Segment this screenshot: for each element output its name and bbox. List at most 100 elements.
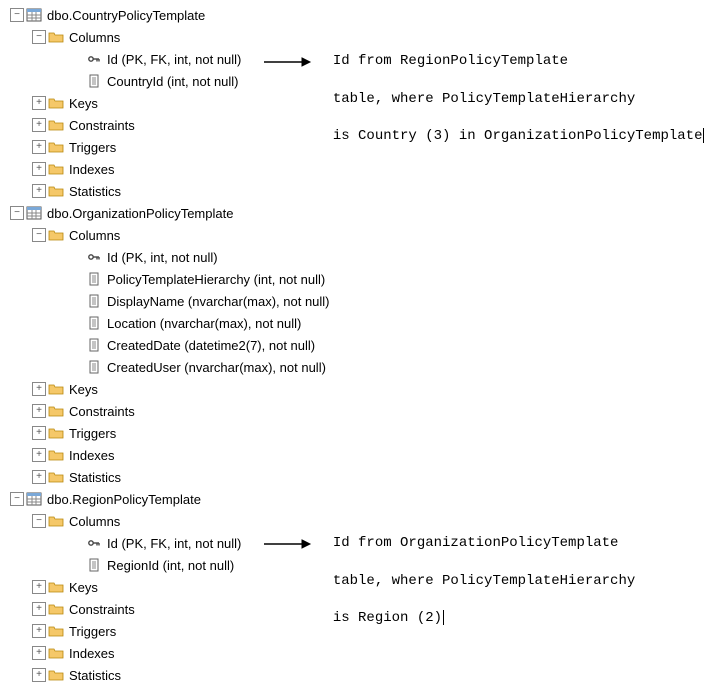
expander-folder-dbo-organizationpolicytemplate-columns[interactable]: −	[32, 228, 46, 242]
expander-blank	[70, 294, 84, 308]
column-icon	[86, 271, 102, 287]
column-dbo-organizationpolicytemplate-displayname--nvarchar-max---not-null-[interactable]: DisplayName (nvarchar(max), not null)	[4, 290, 722, 312]
folder-dbo-organizationpolicytemplate-keys[interactable]: + Keys	[4, 378, 722, 400]
expander-table-dbo-countrypolicytemplate[interactable]: −	[10, 8, 24, 22]
folder-icon	[48, 425, 64, 441]
label-folder-dbo-organizationpolicytemplate-statistics: Statistics	[68, 470, 121, 485]
label-column-dbo-organizationpolicytemplate-createduser--nvarchar-max---not-null-: CreatedUser (nvarchar(max), not null)	[106, 360, 326, 375]
expander-blank	[70, 52, 84, 66]
expander-blank	[70, 360, 84, 374]
folder-dbo-regionpolicytemplate-statistics[interactable]: + Statistics	[4, 664, 722, 686]
expander-table-dbo-organizationpolicytemplate[interactable]: −	[10, 206, 24, 220]
column-icon	[86, 337, 102, 353]
folder-icon	[48, 117, 64, 133]
expander-blank	[70, 250, 84, 264]
label-folder-dbo-countrypolicytemplate-triggers: Triggers	[68, 140, 116, 155]
label-folder-dbo-regionpolicytemplate-statistics: Statistics	[68, 668, 121, 683]
folder-icon	[48, 513, 64, 529]
folder-icon	[48, 601, 64, 617]
expander-folder-dbo-countrypolicytemplate-columns[interactable]: −	[32, 30, 46, 44]
label-folder-dbo-countrypolicytemplate-columns: Columns	[68, 30, 120, 45]
label-folder-dbo-countrypolicytemplate-statistics: Statistics	[68, 184, 121, 199]
folder-dbo-countrypolicytemplate-indexes[interactable]: + Indexes	[4, 158, 722, 180]
table-dbo-organizationpolicytemplate[interactable]: − dbo.OrganizationPolicyTemplate	[4, 202, 722, 224]
table-dbo-countrypolicytemplate[interactable]: −dbo.CountryPolicyTemplate	[4, 4, 722, 26]
label-folder-dbo-organizationpolicytemplate-keys: Keys	[68, 382, 98, 397]
expander-folder-dbo-regionpolicytemplate-keys[interactable]: +	[32, 580, 46, 594]
column-icon	[86, 293, 102, 309]
expander-table-dbo-regionpolicytemplate[interactable]: −	[10, 492, 24, 506]
folder-dbo-organizationpolicytemplate-statistics[interactable]: + Statistics	[4, 466, 722, 488]
label-column-dbo-organizationpolicytemplate-location--nvarchar-max---not-null-: Location (nvarchar(max), not null)	[106, 316, 301, 331]
label-column-dbo-regionpolicytemplate-id--pk--fk--int--not-null-: Id (PK, FK, int, not null)	[106, 536, 241, 551]
expander-folder-dbo-organizationpolicytemplate-triggers[interactable]: +	[32, 426, 46, 440]
expander-folder-dbo-organizationpolicytemplate-keys[interactable]: +	[32, 382, 46, 396]
label-folder-dbo-countrypolicytemplate-constraints: Constraints	[68, 118, 135, 133]
label-folder-dbo-regionpolicytemplate-triggers: Triggers	[68, 624, 116, 639]
folder-icon	[48, 469, 64, 485]
expander-folder-dbo-regionpolicytemplate-statistics[interactable]: +	[32, 668, 46, 682]
folder-icon	[48, 95, 64, 111]
label-table-dbo-organizationpolicytemplate: dbo.OrganizationPolicyTemplate	[46, 206, 233, 221]
expander-folder-dbo-regionpolicytemplate-indexes[interactable]: +	[32, 646, 46, 660]
expander-blank	[70, 338, 84, 352]
folder-icon	[48, 645, 64, 661]
folder-icon	[48, 161, 64, 177]
folder-icon	[48, 623, 64, 639]
folder-icon	[48, 29, 64, 45]
label-column-dbo-organizationpolicytemplate-createddate--datetime2-7---not-null-: CreatedDate (datetime2(7), not null)	[106, 338, 315, 353]
label-column-dbo-organizationpolicytemplate-id--pk--int--not-null-: Id (PK, int, not null)	[106, 250, 218, 265]
folder-icon	[48, 381, 64, 397]
label-folder-dbo-countrypolicytemplate-keys: Keys	[68, 96, 98, 111]
folder-icon	[48, 667, 64, 683]
expander-blank	[70, 74, 84, 88]
folder-dbo-countrypolicytemplate-statistics[interactable]: + Statistics	[4, 180, 722, 202]
column-dbo-organizationpolicytemplate-createddate--datetime2-7---not-null-[interactable]: CreatedDate (datetime2(7), not null)	[4, 334, 722, 356]
column-dbo-organizationpolicytemplate-location--nvarchar-max---not-null-[interactable]: Location (nvarchar(max), not null)	[4, 312, 722, 334]
label-folder-dbo-organizationpolicytemplate-indexes: Indexes	[68, 448, 115, 463]
label-folder-dbo-countrypolicytemplate-indexes: Indexes	[68, 162, 115, 177]
expander-folder-dbo-countrypolicytemplate-indexes[interactable]: +	[32, 162, 46, 176]
expander-folder-dbo-organizationpolicytemplate-indexes[interactable]: +	[32, 448, 46, 462]
folder-dbo-organizationpolicytemplate-columns[interactable]: − Columns	[4, 224, 722, 246]
annotation-arrow-2	[262, 536, 312, 552]
annotation-arrow-1	[262, 54, 312, 70]
expander-folder-dbo-countrypolicytemplate-constraints[interactable]: +	[32, 118, 46, 132]
folder-dbo-organizationpolicytemplate-constraints[interactable]: + Constraints	[4, 400, 722, 422]
expander-folder-dbo-organizationpolicytemplate-statistics[interactable]: +	[32, 470, 46, 484]
expander-folder-dbo-organizationpolicytemplate-constraints[interactable]: +	[32, 404, 46, 418]
label-column-dbo-regionpolicytemplate-regionid--int--not-null-: RegionId (int, not null)	[106, 558, 234, 573]
folder-dbo-organizationpolicytemplate-triggers[interactable]: + Triggers	[4, 422, 722, 444]
annotation-text-2: Id from OrganizationPolicyTemplate table…	[316, 515, 635, 628]
annotation-text-1: Id from RegionPolicyTemplate table, wher…	[316, 33, 704, 146]
label-table-dbo-regionpolicytemplate: dbo.RegionPolicyTemplate	[46, 492, 201, 507]
column-dbo-organizationpolicytemplate-createduser--nvarchar-max---not-null-[interactable]: CreatedUser (nvarchar(max), not null)	[4, 356, 722, 378]
expander-folder-dbo-regionpolicytemplate-triggers[interactable]: +	[32, 624, 46, 638]
table-dbo-regionpolicytemplate[interactable]: − dbo.RegionPolicyTemplate	[4, 488, 722, 510]
key-icon	[86, 535, 102, 551]
expander-folder-dbo-countrypolicytemplate-triggers[interactable]: +	[32, 140, 46, 154]
label-column-dbo-organizationpolicytemplate-policytemplatehierarchy--int--not-null-: PolicyTemplateHierarchy (int, not null)	[106, 272, 325, 287]
folder-dbo-organizationpolicytemplate-indexes[interactable]: + Indexes	[4, 444, 722, 466]
label-folder-dbo-regionpolicytemplate-keys: Keys	[68, 580, 98, 595]
table-icon	[26, 205, 42, 221]
label-folder-dbo-regionpolicytemplate-constraints: Constraints	[68, 602, 135, 617]
column-icon	[86, 315, 102, 331]
folder-icon	[48, 447, 64, 463]
column-dbo-organizationpolicytemplate-id--pk--int--not-null-[interactable]: Id (PK, int, not null)	[4, 246, 722, 268]
expander-folder-dbo-countrypolicytemplate-keys[interactable]: +	[32, 96, 46, 110]
label-folder-dbo-organizationpolicytemplate-columns: Columns	[68, 228, 120, 243]
expander-folder-dbo-regionpolicytemplate-constraints[interactable]: +	[32, 602, 46, 616]
label-folder-dbo-organizationpolicytemplate-constraints: Constraints	[68, 404, 135, 419]
folder-icon	[48, 403, 64, 419]
folder-icon	[48, 579, 64, 595]
expander-blank	[70, 316, 84, 330]
expander-folder-dbo-countrypolicytemplate-statistics[interactable]: +	[32, 184, 46, 198]
table-icon	[26, 7, 42, 23]
folder-dbo-regionpolicytemplate-indexes[interactable]: +Indexes	[4, 642, 722, 664]
expander-folder-dbo-regionpolicytemplate-columns[interactable]: −	[32, 514, 46, 528]
column-dbo-organizationpolicytemplate-policytemplatehierarchy--int--not-null-[interactable]: PolicyTemplateHierarchy (int, not null)	[4, 268, 722, 290]
column-icon	[86, 557, 102, 573]
key-icon	[86, 51, 102, 67]
label-folder-dbo-organizationpolicytemplate-triggers: Triggers	[68, 426, 116, 441]
